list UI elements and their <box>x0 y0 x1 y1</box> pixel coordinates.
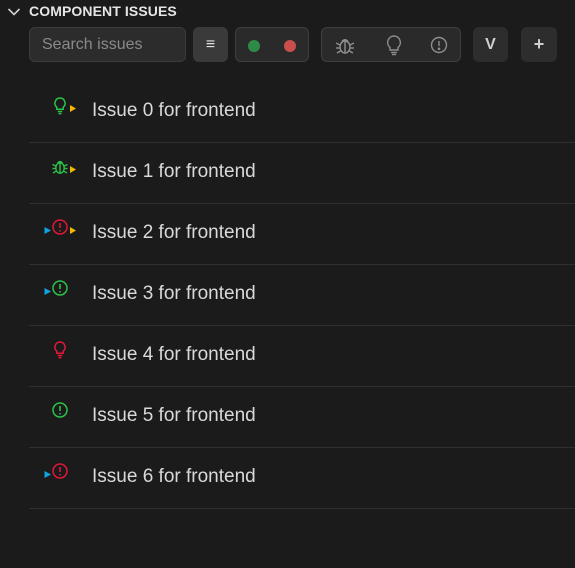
yellow-flag-marker <box>70 227 76 234</box>
issue-row[interactable]: Issue 0 for frontend <box>29 82 575 143</box>
open-status-filter[interactable] <box>248 40 260 52</box>
plus-icon: + <box>533 34 545 54</box>
v-button[interactable]: V <box>473 27 508 62</box>
alert-circle-icon[interactable] <box>428 34 450 56</box>
issue-list: Issue 0 for frontend Issue 1 for fronten… <box>29 82 575 509</box>
status-filter-group <box>235 27 309 62</box>
v-button-label: V <box>485 35 496 53</box>
add-issue-button[interactable]: + <box>521 27 557 62</box>
yellow-flag-marker <box>70 166 76 173</box>
issue-row[interactable]: Issue 1 for frontend <box>29 143 575 204</box>
issue-row[interactable]: Issue 2 for frontend <box>29 204 575 265</box>
chevron-down-icon[interactable] <box>7 5 21 19</box>
alert-circle-icon <box>52 402 68 418</box>
issues-toolbar: ≡ V + <box>0 26 575 64</box>
section-header[interactable]: COMPONENT ISSUES <box>0 0 575 24</box>
lightbulb-icon <box>54 341 66 359</box>
issue-title: Issue 1 for frontend <box>92 161 256 182</box>
issue-title: Issue 6 for frontend <box>92 466 256 487</box>
bug-icon <box>52 160 76 174</box>
lightbulb-icon[interactable] <box>383 34 405 56</box>
issue-title: Issue 3 for frontend <box>92 283 256 304</box>
issue-title: Issue 5 for frontend <box>92 405 256 426</box>
alert-circle-icon <box>44 280 68 296</box>
lightbulb-icon <box>54 97 76 115</box>
issue-row[interactable]: Issue 4 for frontend <box>29 326 575 387</box>
issue-row[interactable]: Issue 6 for frontend <box>29 448 575 509</box>
alert-circle-icon <box>44 219 76 235</box>
search-input[interactable] <box>29 27 186 62</box>
issue-title: Issue 2 for frontend <box>92 222 256 243</box>
list-menu-button[interactable]: ≡ <box>193 27 228 62</box>
issue-row[interactable]: Issue 3 for frontend <box>29 265 575 326</box>
menu-icon: ≡ <box>205 35 216 53</box>
issue-title: Issue 4 for frontend <box>92 344 256 365</box>
bug-icon[interactable] <box>334 34 356 56</box>
closed-status-filter[interactable] <box>284 40 296 52</box>
section-title: COMPONENT ISSUES <box>29 3 177 19</box>
yellow-flag-marker <box>70 105 76 112</box>
blue-flag-marker <box>44 227 51 234</box>
issue-row[interactable]: Issue 5 for frontend <box>29 387 575 448</box>
type-filter-group <box>321 27 461 62</box>
issue-title: Issue 0 for frontend <box>92 100 256 121</box>
alert-circle-icon <box>44 463 68 479</box>
blue-flag-marker <box>44 471 51 478</box>
blue-flag-marker <box>44 288 51 295</box>
